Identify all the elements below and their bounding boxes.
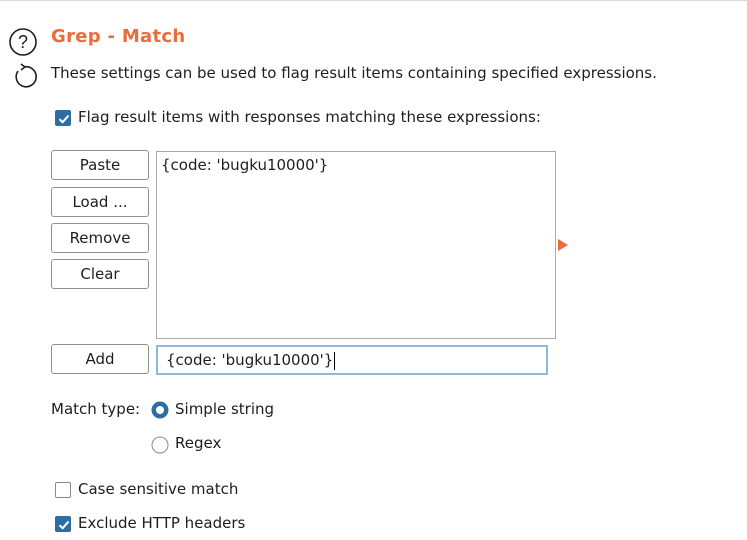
paste-button[interactable]: Paste (51, 150, 149, 180)
list-item[interactable]: {code: 'bugku10000'} (161, 156, 328, 174)
clear-button[interactable]: Clear (51, 259, 149, 289)
text-caret (334, 351, 336, 370)
refresh-icon[interactable] (10, 62, 38, 90)
expand-arrow-icon[interactable] (558, 239, 568, 251)
load-button[interactable]: Load ... (51, 187, 149, 217)
radio-simple-string-label: Simple string (175, 400, 275, 418)
section-title: Grep - Match (51, 26, 186, 47)
checkmark-icon (58, 520, 70, 530)
add-input-value: {code: 'bugku10000'} (166, 351, 334, 369)
exclude-headers-checkbox[interactable] (55, 516, 71, 532)
add-expression-input[interactable]: {code: 'bugku10000'} (156, 345, 548, 375)
svg-text:?: ? (18, 32, 28, 52)
help-circle-icon[interactable]: ? (8, 27, 38, 57)
radio-simple-string[interactable] (151, 401, 169, 419)
radio-regex[interactable] (151, 436, 169, 454)
expression-list[interactable]: {code: 'bugku10000'} (156, 151, 556, 339)
exclude-headers-label: Exclude HTTP headers (78, 514, 246, 532)
match-type-label: Match type: (51, 400, 141, 418)
top-divider (0, 0, 747, 1)
checkmark-icon (58, 114, 70, 124)
case-sensitive-label: Case sensitive match (78, 480, 239, 498)
flag-result-checkbox[interactable] (55, 110, 71, 126)
add-button[interactable]: Add (51, 344, 149, 374)
flag-result-label: Flag result items with responses matchin… (78, 108, 541, 126)
radio-regex-label: Regex (175, 434, 222, 452)
section-description: These settings can be used to flag resul… (51, 64, 657, 82)
remove-button[interactable]: Remove (51, 223, 149, 253)
case-sensitive-checkbox[interactable] (55, 482, 71, 498)
